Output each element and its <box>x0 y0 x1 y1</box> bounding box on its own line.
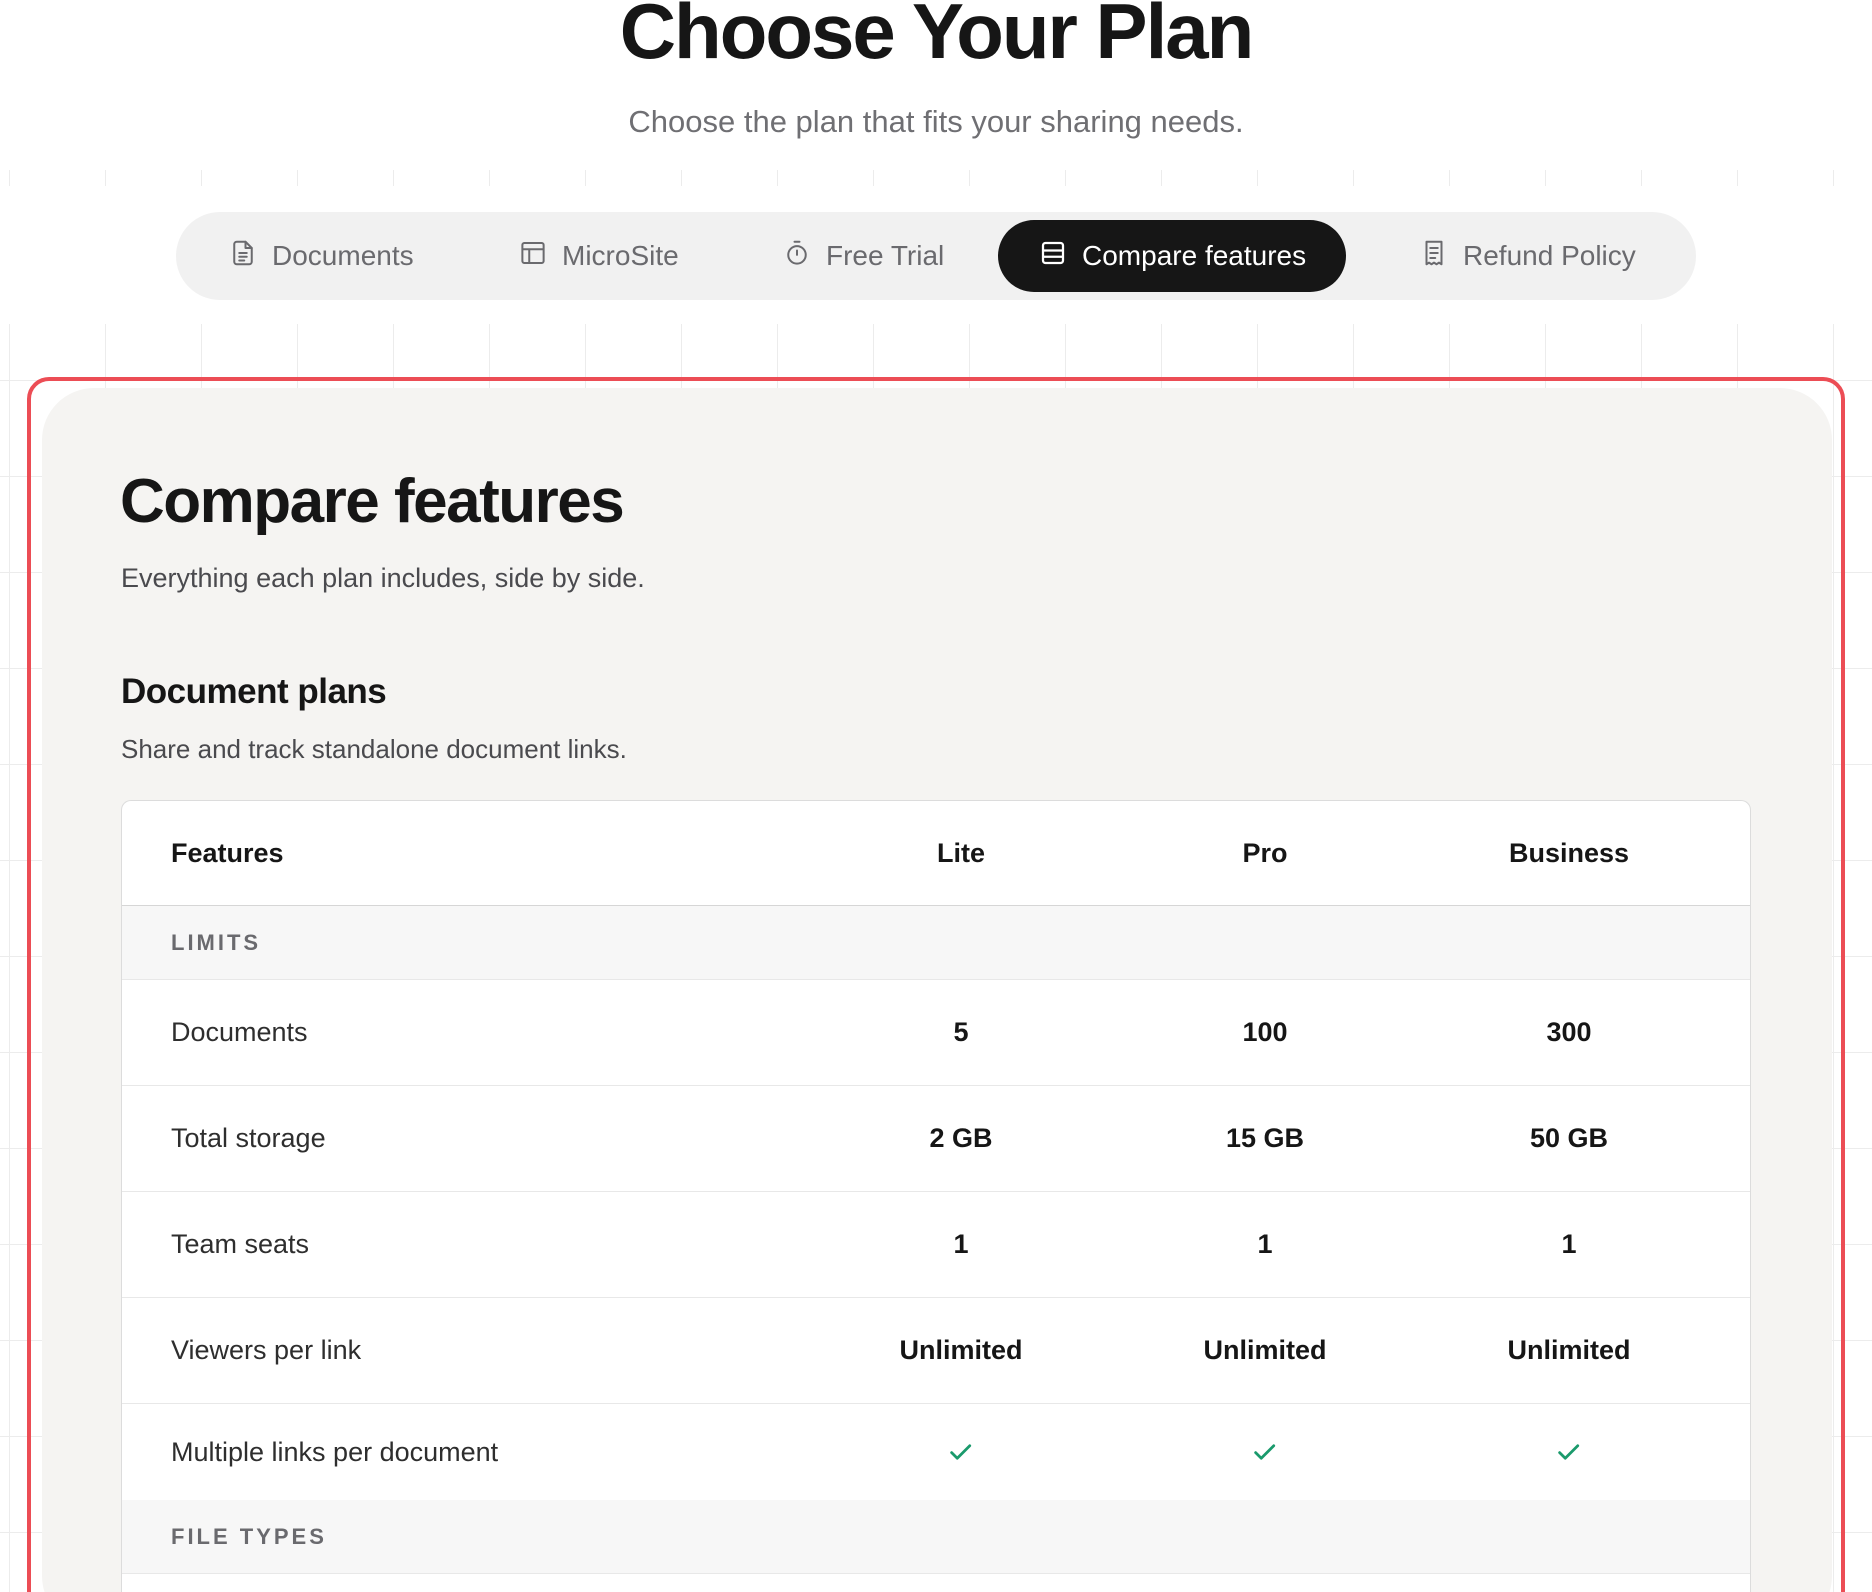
feature-name: Documents <box>171 1017 308 1047</box>
group-row-limits: LIMITS <box>122 906 1750 980</box>
table-header-row: Features Lite Pro Business <box>122 801 1750 906</box>
header-business: Business <box>1508 837 1630 868</box>
group-label: FILE TYPES <box>171 1523 327 1549</box>
value-lite: 1 <box>953 1229 969 1259</box>
header-features: Features <box>171 837 284 868</box>
page-subtitle: Choose the plan that fits your sharing n… <box>628 104 1244 139</box>
header-pro: Pro <box>1242 837 1288 868</box>
feature-name: Total storage <box>171 1123 326 1153</box>
value-pro: 1 <box>1257 1229 1273 1259</box>
group-label: LIMITS <box>171 929 262 955</box>
document-icon <box>228 238 258 275</box>
tab-label: Refund Policy <box>1463 240 1636 271</box>
table-row: Team seats 1 1 1 <box>122 1192 1750 1298</box>
stopwatch-icon <box>782 238 812 275</box>
table-row: Viewers per link Unlimited Unlimited Unl… <box>122 1298 1750 1404</box>
tab-label: Free Trial <box>826 240 945 271</box>
table-row: Total storage 2 GB 15 GB 50 GB <box>122 1086 1750 1192</box>
value-business: 50 GB <box>1529 1123 1609 1153</box>
check-icon <box>1419 1404 1719 1500</box>
tab-microsite[interactable]: MicroSite <box>478 220 719 292</box>
compare-subtitle: Everything each plan includes, side by s… <box>121 563 645 593</box>
check-icon <box>811 1404 1111 1500</box>
layout-icon <box>518 238 548 275</box>
value-pro: 100 <box>1242 1017 1288 1047</box>
value-lite: Unlimited <box>899 1335 1023 1365</box>
section-title: Document plans <box>121 672 387 711</box>
tab-label: Documents <box>272 240 414 271</box>
tab-documents[interactable]: Documents <box>188 220 454 292</box>
compare-title: Compare features <box>120 467 625 536</box>
value-business: 300 <box>1546 1017 1592 1047</box>
group-row-file-types: FILE TYPES <box>122 1500 1750 1574</box>
value-business: 1 <box>1561 1229 1577 1259</box>
value-pro: 15 GB <box>1225 1123 1305 1153</box>
features-table: Features Lite Pro Business LIMITS Docume… <box>121 800 1751 1592</box>
table-icon <box>1038 238 1068 275</box>
tab-refund-policy[interactable]: Refund Policy <box>1379 220 1676 292</box>
feature-name: Team seats <box>171 1229 310 1259</box>
value-business: Unlimited <box>1507 1335 1631 1365</box>
section-subtitle: Share and track standalone document link… <box>121 734 627 764</box>
receipt-icon <box>1419 238 1449 275</box>
pricing-page: Choose Your Plan Choose the plan that fi… <box>0 0 1872 1592</box>
tab-compare-features[interactable]: Compare features <box>998 220 1347 292</box>
page-title: Choose Your Plan <box>619 0 1255 75</box>
value-pro: Unlimited <box>1203 1335 1327 1365</box>
value-lite: 5 <box>953 1017 969 1047</box>
tab-label: Compare features <box>1082 240 1307 271</box>
feature-name: Viewers per link <box>171 1335 362 1365</box>
plan-tabs: Documents MicroSite Free Trial Compare f… <box>176 212 1696 300</box>
table-row: Documents 5 100 300 <box>122 980 1750 1086</box>
feature-name: Multiple links per document <box>171 1436 499 1467</box>
header-lite: Lite <box>936 837 985 868</box>
value-lite: 2 GB <box>929 1123 993 1153</box>
tab-free-trial[interactable]: Free Trial <box>742 220 984 292</box>
check-icon <box>1115 1404 1415 1500</box>
tab-label: MicroSite <box>562 240 679 271</box>
table-row: Multiple links per document <box>122 1404 1750 1500</box>
